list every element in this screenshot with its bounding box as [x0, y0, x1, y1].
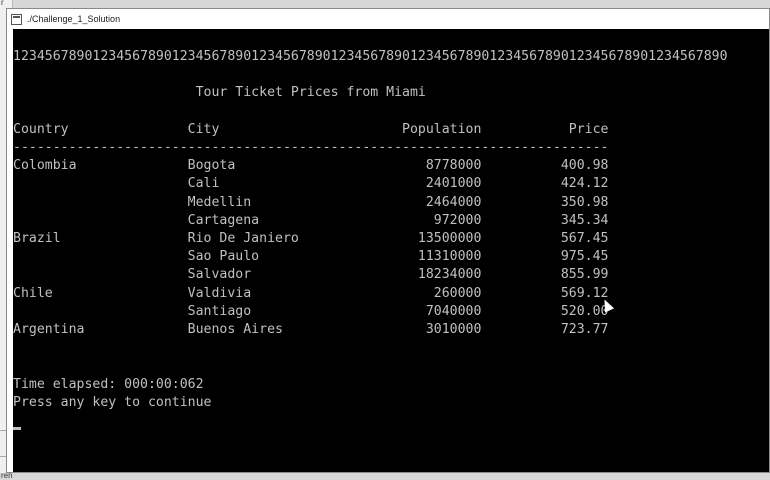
table-row: Argentina Buenos Aires 3010000 723.77	[13, 322, 609, 338]
console-output-area[interactable]: 1234567890123456789012345678901234567890…	[13, 29, 769, 472]
table-row: Cartagena 972000 345.34	[13, 212, 609, 228]
table-separator: ----------------------------------------…	[13, 140, 609, 156]
console-window[interactable]: ./Challenge_1_Solution 12345678901234567…	[6, 8, 770, 473]
table-row: Brazil Rio De Janiero 13500000 567.45	[13, 231, 609, 247]
text-cursor	[13, 427, 21, 430]
background-text-fragment: r	[1, 0, 4, 7]
table-row: Medellin 2464000 350.98	[13, 194, 609, 210]
report-title: Tour Ticket Prices from Miami	[13, 85, 426, 101]
table-row: Salvador 18234000 855.99	[13, 267, 609, 283]
table-row: Chile Valdivia 260000 569.12	[13, 285, 609, 301]
window-titlebar[interactable]: ./Challenge_1_Solution	[7, 9, 769, 29]
table-header: Country City Population Price	[13, 121, 609, 137]
table-row: Sao Paulo 11310000 975.45	[13, 249, 609, 265]
table-row: Cali 2401000 424.12	[13, 176, 609, 192]
column-ruler: 1234567890123456789012345678901234567890…	[13, 49, 728, 64]
console-app-icon	[11, 13, 22, 25]
continue-prompt: Press any key to continue	[13, 394, 212, 410]
table-row: Colombia Bogota 8778000 400.98	[13, 158, 609, 174]
time-elapsed: Time elapsed: 000:00:062	[13, 376, 204, 392]
table-row: Santiago 7040000 520.00	[13, 303, 609, 319]
console-text: 1234567890123456789012345678901234567890…	[13, 48, 728, 412]
window-title: ./Challenge_1_Solution	[27, 14, 121, 24]
